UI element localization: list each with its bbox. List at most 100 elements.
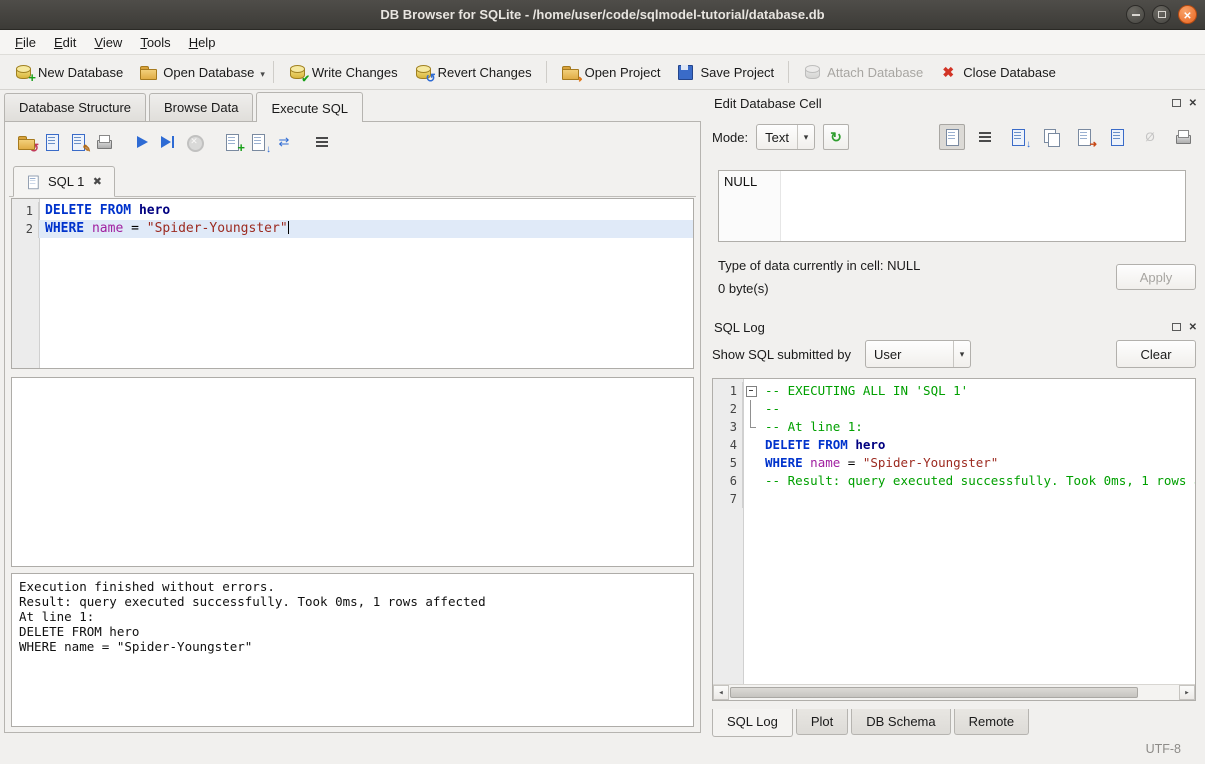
- main-toolbar: New Database Open Database Write Changes…: [0, 55, 1205, 90]
- sql-log-view[interactable]: 1 -- EXECUTING ALL IN 'SQL 1'2--3-- At li…: [712, 378, 1196, 701]
- log-horizontal-scrollbar[interactable]: [713, 684, 1195, 700]
- scroll-right-button[interactable]: [1179, 685, 1195, 700]
- set-null-button[interactable]: [1137, 124, 1163, 150]
- find-replace-button[interactable]: [271, 129, 297, 155]
- revert-changes-button[interactable]: Revert Changes: [406, 58, 540, 86]
- sql-editor[interactable]: 1DELETE FROM hero2WHERE name = "Spider-Y…: [11, 198, 694, 369]
- fold-gutter: [743, 454, 759, 472]
- write-changes-icon: [288, 63, 306, 81]
- tab-browse-data[interactable]: Browse Data: [149, 93, 253, 121]
- code-line: 2--: [713, 400, 1195, 418]
- clear-log-button[interactable]: Clear: [1116, 340, 1196, 368]
- results-grid[interactable]: [11, 377, 694, 567]
- open-sql-file-icon: [17, 133, 35, 151]
- mode-select[interactable]: Text: [756, 124, 815, 150]
- save-results-icon: [249, 133, 267, 151]
- tab-plot[interactable]: Plot: [796, 709, 848, 735]
- code-line: 1DELETE FROM hero: [12, 202, 693, 220]
- titlebar[interactable]: DB Browser for SQLite - /home/user/code/…: [0, 0, 1205, 30]
- new-database-icon: [14, 63, 32, 81]
- menu-tools[interactable]: Tools: [131, 32, 179, 53]
- menu-help[interactable]: Help: [180, 32, 225, 53]
- mode-value: Text: [757, 125, 797, 149]
- export-cell-button[interactable]: [1071, 124, 1097, 150]
- import-cell-button[interactable]: [1005, 124, 1031, 150]
- tab-close-icon[interactable]: [90, 175, 104, 189]
- new-database-button[interactable]: New Database: [6, 58, 131, 86]
- sql-tab-bar: SQL 1: [9, 165, 696, 197]
- close-dock-icon[interactable]: [1189, 322, 1197, 333]
- close-icon: [1183, 7, 1191, 22]
- save-project-button[interactable]: Save Project: [668, 58, 782, 86]
- scroll-left-button[interactable]: [713, 685, 729, 700]
- open-sql-file-button[interactable]: [13, 129, 39, 155]
- log-filter-label: Show SQL submitted by: [712, 347, 851, 362]
- word-wrap-icon: [976, 128, 994, 146]
- import-icon: [1009, 128, 1027, 146]
- code-line: 4DELETE FROM hero: [713, 436, 1195, 454]
- float-dock-icon[interactable]: [1172, 323, 1181, 331]
- maximize-button[interactable]: [1152, 5, 1171, 24]
- cell-value-editor[interactable]: NULL: [718, 170, 1186, 242]
- close-database-button[interactable]: Close Database: [931, 58, 1064, 86]
- minimize-button[interactable]: [1126, 5, 1145, 24]
- open-database-dropdown-arrow[interactable]: [258, 65, 267, 80]
- tab-database-structure[interactable]: Database Structure: [4, 93, 146, 121]
- tab-execute-sql[interactable]: Execute SQL: [256, 92, 363, 122]
- splitter-handle[interactable]: [11, 369, 694, 376]
- write-changes-button[interactable]: Write Changes: [280, 58, 406, 86]
- new-tab-button[interactable]: [219, 129, 245, 155]
- text-mode-button[interactable]: [939, 124, 965, 150]
- apply-button[interactable]: Apply: [1116, 264, 1196, 290]
- splitter-handle[interactable]: [11, 566, 694, 573]
- copy-cell-button[interactable]: [1038, 124, 1064, 150]
- menu-view[interactable]: View: [85, 32, 131, 53]
- tab-sql-log[interactable]: SQL Log: [712, 709, 793, 737]
- line-number: 1: [713, 382, 743, 400]
- save-sql-as-button[interactable]: [65, 129, 91, 155]
- stop-execution-button[interactable]: [181, 129, 207, 155]
- close-window-button[interactable]: [1178, 5, 1197, 24]
- code-line-text: -- Result: query executed successfully. …: [759, 472, 1195, 490]
- execute-all-button[interactable]: [129, 129, 155, 155]
- auto-format-button[interactable]: [823, 124, 849, 150]
- fold-marker[interactable]: [743, 382, 759, 400]
- word-wrap-icon: [313, 133, 331, 151]
- minimize-icon: [1132, 14, 1140, 16]
- execute-line-button[interactable]: [155, 129, 181, 155]
- log-filter-value: User: [866, 341, 953, 367]
- print-sql-button[interactable]: [91, 129, 117, 155]
- word-wrap-button[interactable]: [309, 129, 335, 155]
- save-sql-file-button[interactable]: [39, 129, 65, 155]
- menu-edit[interactable]: Edit: [45, 32, 85, 53]
- save-cell-button[interactable]: [1104, 124, 1130, 150]
- sql-tab-label: SQL 1: [48, 174, 84, 189]
- line-number: 7: [713, 490, 743, 508]
- tab-db-schema[interactable]: DB Schema: [851, 709, 950, 735]
- fold-marker: [743, 400, 759, 418]
- refresh-icon: [827, 128, 845, 146]
- scrollbar-track[interactable]: [729, 685, 1179, 700]
- attach-database-button[interactable]: Attach Database: [795, 58, 931, 86]
- line-number: 2: [12, 220, 39, 238]
- code-line: 3-- At line 1:: [713, 418, 1195, 436]
- line-number: 6: [713, 472, 743, 490]
- float-dock-icon[interactable]: [1172, 99, 1181, 107]
- menu-file[interactable]: File: [6, 32, 45, 53]
- code-line-text: [759, 490, 765, 508]
- code-line-text: -- EXECUTING ALL IN 'SQL 1': [759, 382, 968, 400]
- cell-word-wrap-button[interactable]: [972, 124, 998, 150]
- save-results-button[interactable]: [245, 129, 271, 155]
- open-project-button[interactable]: Open Project: [553, 58, 669, 86]
- log-filter-select[interactable]: User: [865, 340, 971, 368]
- revert-changes-label: Revert Changes: [438, 65, 532, 80]
- close-database-icon: [939, 63, 957, 81]
- write-changes-label: Write Changes: [312, 65, 398, 80]
- sql-tab[interactable]: SQL 1: [13, 166, 115, 197]
- open-database-button[interactable]: Open Database: [131, 58, 262, 86]
- save-sql-as-icon: [69, 133, 87, 151]
- tab-remote[interactable]: Remote: [954, 709, 1030, 735]
- print-cell-button[interactable]: [1170, 124, 1196, 150]
- scrollbar-thumb[interactable]: [730, 687, 1138, 698]
- close-dock-icon[interactable]: [1189, 98, 1197, 109]
